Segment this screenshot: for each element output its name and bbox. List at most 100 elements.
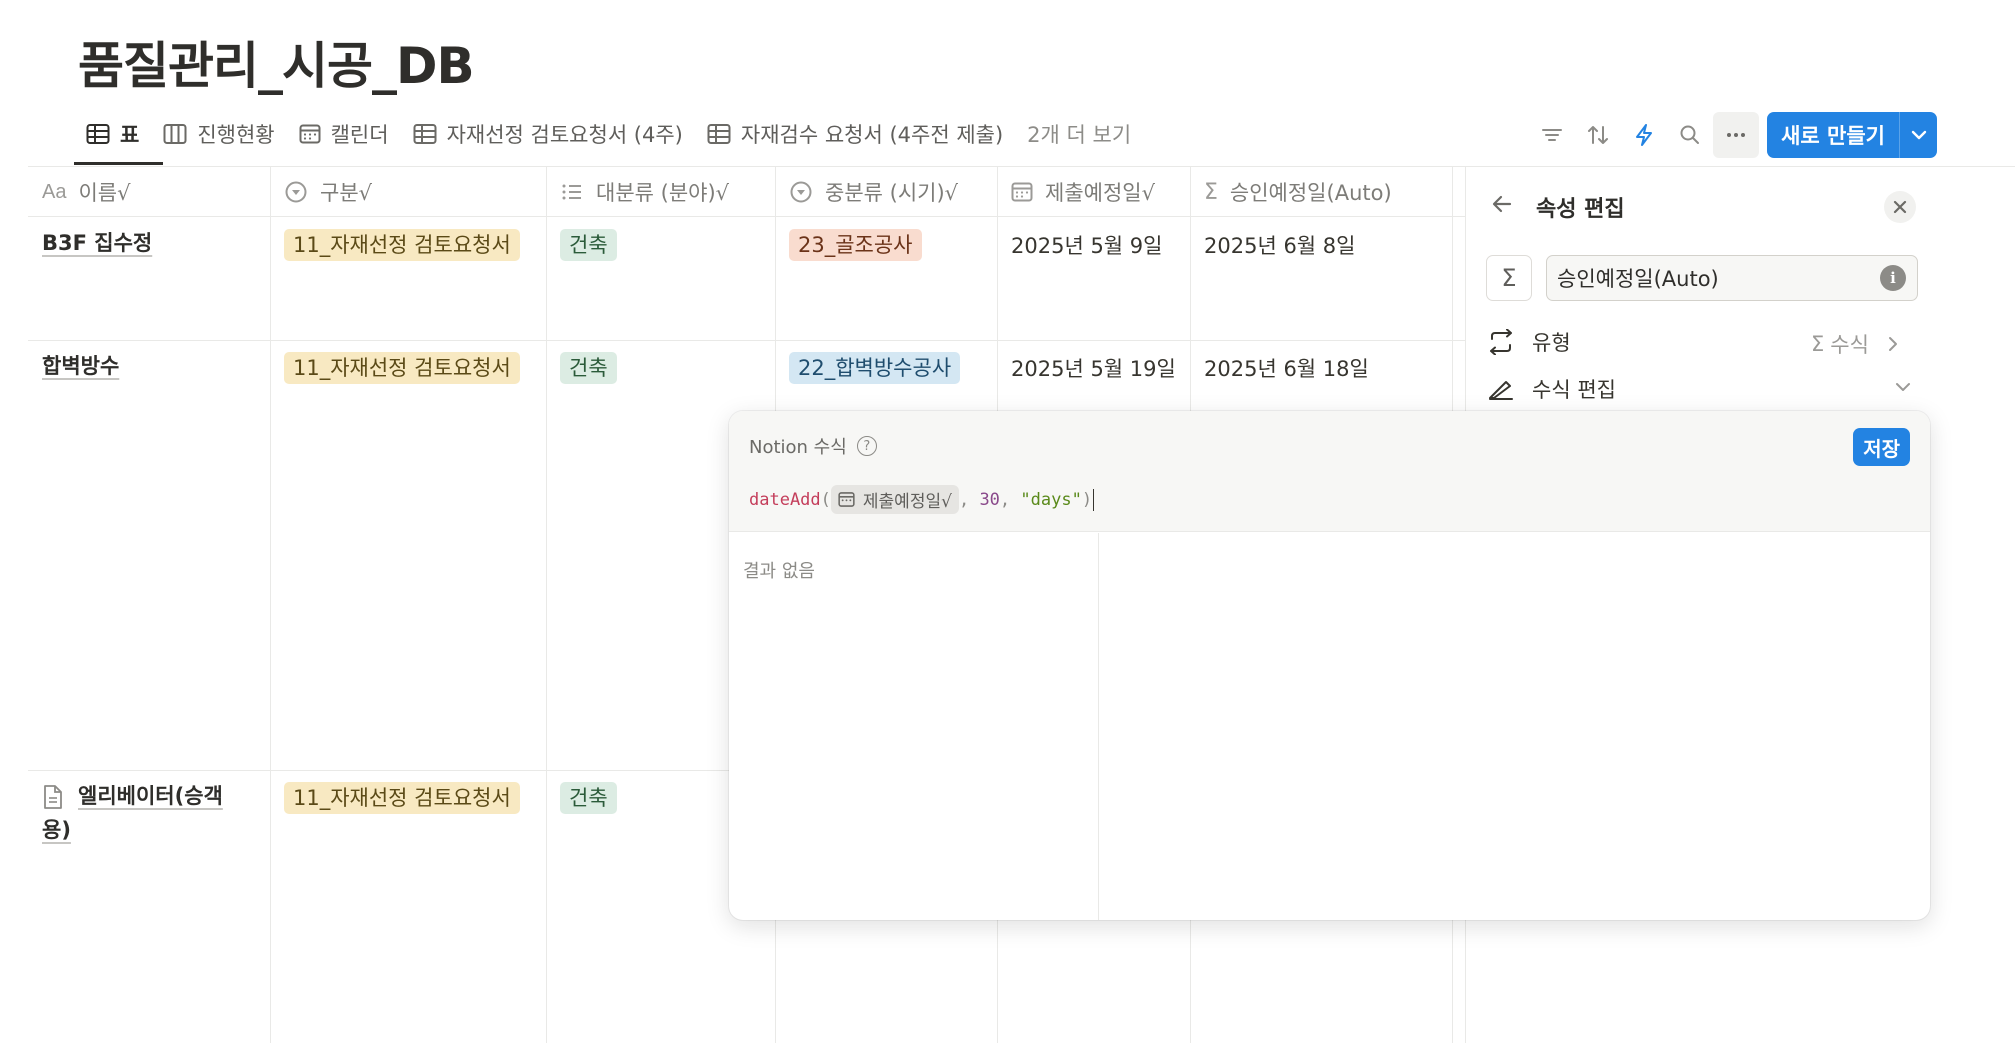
new-dropdown-button[interactable] [1899, 112, 1937, 158]
tab-material-review[interactable]: 자재선정 검토요청서 (4주) [401, 114, 695, 154]
tag: 11_자재선정 검토요청서 [284, 352, 520, 384]
panel-title: 속성 편집 [1536, 197, 1625, 222]
filter-button[interactable] [1529, 112, 1575, 158]
column-header-category[interactable]: 구분√ [270, 167, 546, 217]
major-cell[interactable]: 건축 [560, 352, 617, 384]
filter-icon [1542, 129, 1563, 141]
category-cell[interactable]: 11_자재선정 검토요청서 [284, 352, 520, 384]
formula-editor: Notion 수식 ? 저장 dateAdd(제출예정일√, 30, "days… [729, 411, 1930, 920]
minor-cell[interactable]: 22_합벽방수공사 [789, 352, 961, 384]
back-arrow-icon[interactable] [1490, 192, 1514, 222]
close-button[interactable] [1884, 191, 1916, 223]
edit-pen-icon [1486, 377, 1516, 401]
chevron-right-icon [1888, 337, 1897, 351]
formula-code[interactable]: dateAdd(제출예정일√, 30, "days") [749, 485, 1095, 514]
search-icon [1680, 125, 1700, 144]
tab-table[interactable]: 표 [74, 114, 151, 154]
chevron-down-icon [1911, 130, 1926, 140]
row-title[interactable]: 엘리베이터(승객용) [42, 779, 247, 847]
tab-label: 표 [120, 123, 140, 147]
formula-property-token[interactable]: 제출예정일√ [830, 485, 959, 514]
tab-label: 자재검수 요청서 (4주전 제출) [740, 123, 1004, 147]
page-title[interactable]: 품질관리_시공_DB [78, 26, 475, 98]
new-button[interactable]: 새로 만들기 [1767, 112, 1899, 158]
property-name-input[interactable]: 승인예정일(Auto) [1546, 255, 1918, 301]
tab-calendar[interactable]: 캘린더 [287, 114, 401, 154]
more-icon [1727, 133, 1746, 137]
minor-cell[interactable]: 23_골조공사 [789, 229, 922, 261]
more-options-button[interactable] [1713, 112, 1760, 158]
submit-date-cell[interactable]: 2025년 5월 9일 [1011, 230, 1162, 260]
formula-function: dateAdd [749, 489, 821, 510]
text-caret [1093, 488, 1095, 511]
select-icon [789, 180, 813, 204]
table-header: Aa 이름√ 구분√ 대분류 (분야)√ 중분류 (시기)√ 제출예정일√ Σ … [28, 167, 1468, 217]
approve-date-cell[interactable]: 2025년 6월 18일 [1204, 353, 1369, 383]
tab-material-inspection[interactable]: 자재검수 요청서 (4주전 제출) [695, 114, 1015, 154]
column-label: 이름√ [78, 181, 131, 205]
no-results-text: 결과 없음 [743, 561, 815, 582]
column-header-minor[interactable]: 중분류 (시기)√ [775, 167, 997, 217]
formula-open-paren: ( [820, 489, 831, 510]
view-tabs: 표 진행현황 캘린더 자재선정 검토요청서 (4주) 자재검수 요청서 (4주전… [74, 114, 1143, 168]
type-value-label: 수식 [1830, 333, 1869, 357]
formula-number: 30 [979, 489, 1000, 510]
tag: 23_골조공사 [789, 229, 922, 261]
tag: 건축 [560, 352, 617, 384]
edit-formula-row[interactable]: 수식 편집 [1486, 374, 1616, 404]
select-icon [284, 180, 308, 204]
property-icon-button[interactable]: Σ [1486, 255, 1532, 301]
tab-label: 캘린더 [330, 123, 389, 147]
column-label: 구분√ [320, 181, 373, 205]
formula-detail-pane [1100, 533, 1930, 920]
sigma-icon: Σ [1501, 264, 1517, 292]
tag: 11_자재선정 검토요청서 [284, 782, 520, 814]
table-icon [413, 123, 437, 145]
save-button[interactable]: 저장 [1853, 428, 1910, 466]
close-icon [1893, 200, 1907, 214]
type-switch-icon [1486, 329, 1516, 355]
info-icon[interactable]: i [1880, 265, 1906, 291]
panel-header: 속성 편집 [1490, 191, 1625, 223]
tab-label: 자재선정 검토요청서 (4주) [446, 123, 683, 147]
lightning-icon [1636, 124, 1653, 146]
tag: 22_합벽방수공사 [789, 352, 961, 384]
help-icon[interactable]: ? [856, 436, 877, 456]
formula-separator: , [958, 489, 980, 510]
calendar-icon [299, 123, 321, 145]
category-cell[interactable]: 11_자재선정 검토요청서 [284, 229, 520, 261]
active-tab-indicator [74, 162, 163, 165]
new-button-group: 새로 만들기 [1767, 112, 1937, 158]
type-value[interactable]: Σ 수식 [1811, 329, 1901, 359]
database-toolbar: 새로 만들기 [1529, 112, 1937, 158]
search-button[interactable] [1667, 112, 1713, 158]
type-label: 유형 [1532, 331, 1571, 355]
type-row[interactable]: 유형 [1486, 327, 1571, 357]
automation-button[interactable] [1621, 112, 1667, 158]
row-title[interactable]: B3F 집수정 [42, 226, 262, 260]
submit-date-cell[interactable]: 2025년 5월 19일 [1011, 353, 1176, 383]
column-header-name[interactable]: Aa 이름√ [28, 167, 270, 217]
column-header-major[interactable]: 대분류 (분야)√ [546, 167, 775, 217]
row-divider [28, 340, 1468, 341]
formula-property-label: 제출예정일√ [862, 492, 952, 512]
major-cell[interactable]: 건축 [560, 782, 617, 814]
formula-input-area[interactable]: Notion 수식 ? 저장 dateAdd(제출예정일√, 30, "days… [729, 411, 1930, 532]
board-icon [163, 123, 187, 145]
column-header-approve-date[interactable]: Σ 승인예정일(Auto) [1190, 167, 1452, 217]
column-header-submit-date[interactable]: 제출예정일√ [997, 167, 1190, 217]
major-cell[interactable]: 건축 [560, 229, 617, 261]
row-title[interactable]: 합벽방수 [42, 349, 262, 383]
sort-button[interactable] [1575, 112, 1621, 158]
calendar-icon [1011, 181, 1033, 203]
formula-separator: , [999, 489, 1021, 510]
formula-string: "days" [1020, 489, 1082, 510]
sigma-icon: Σ [1204, 179, 1218, 205]
edit-formula-expand[interactable] [1894, 379, 1912, 395]
approve-date-cell[interactable]: 2025년 6월 8일 [1204, 230, 1355, 260]
category-cell[interactable]: 11_자재선정 검토요청서 [284, 782, 520, 814]
table-icon [707, 123, 731, 145]
more-views-button[interactable]: 2개 더 보기 [1015, 114, 1143, 154]
tab-progress[interactable]: 진행현황 [151, 114, 286, 154]
sort-icon [1588, 126, 1609, 144]
